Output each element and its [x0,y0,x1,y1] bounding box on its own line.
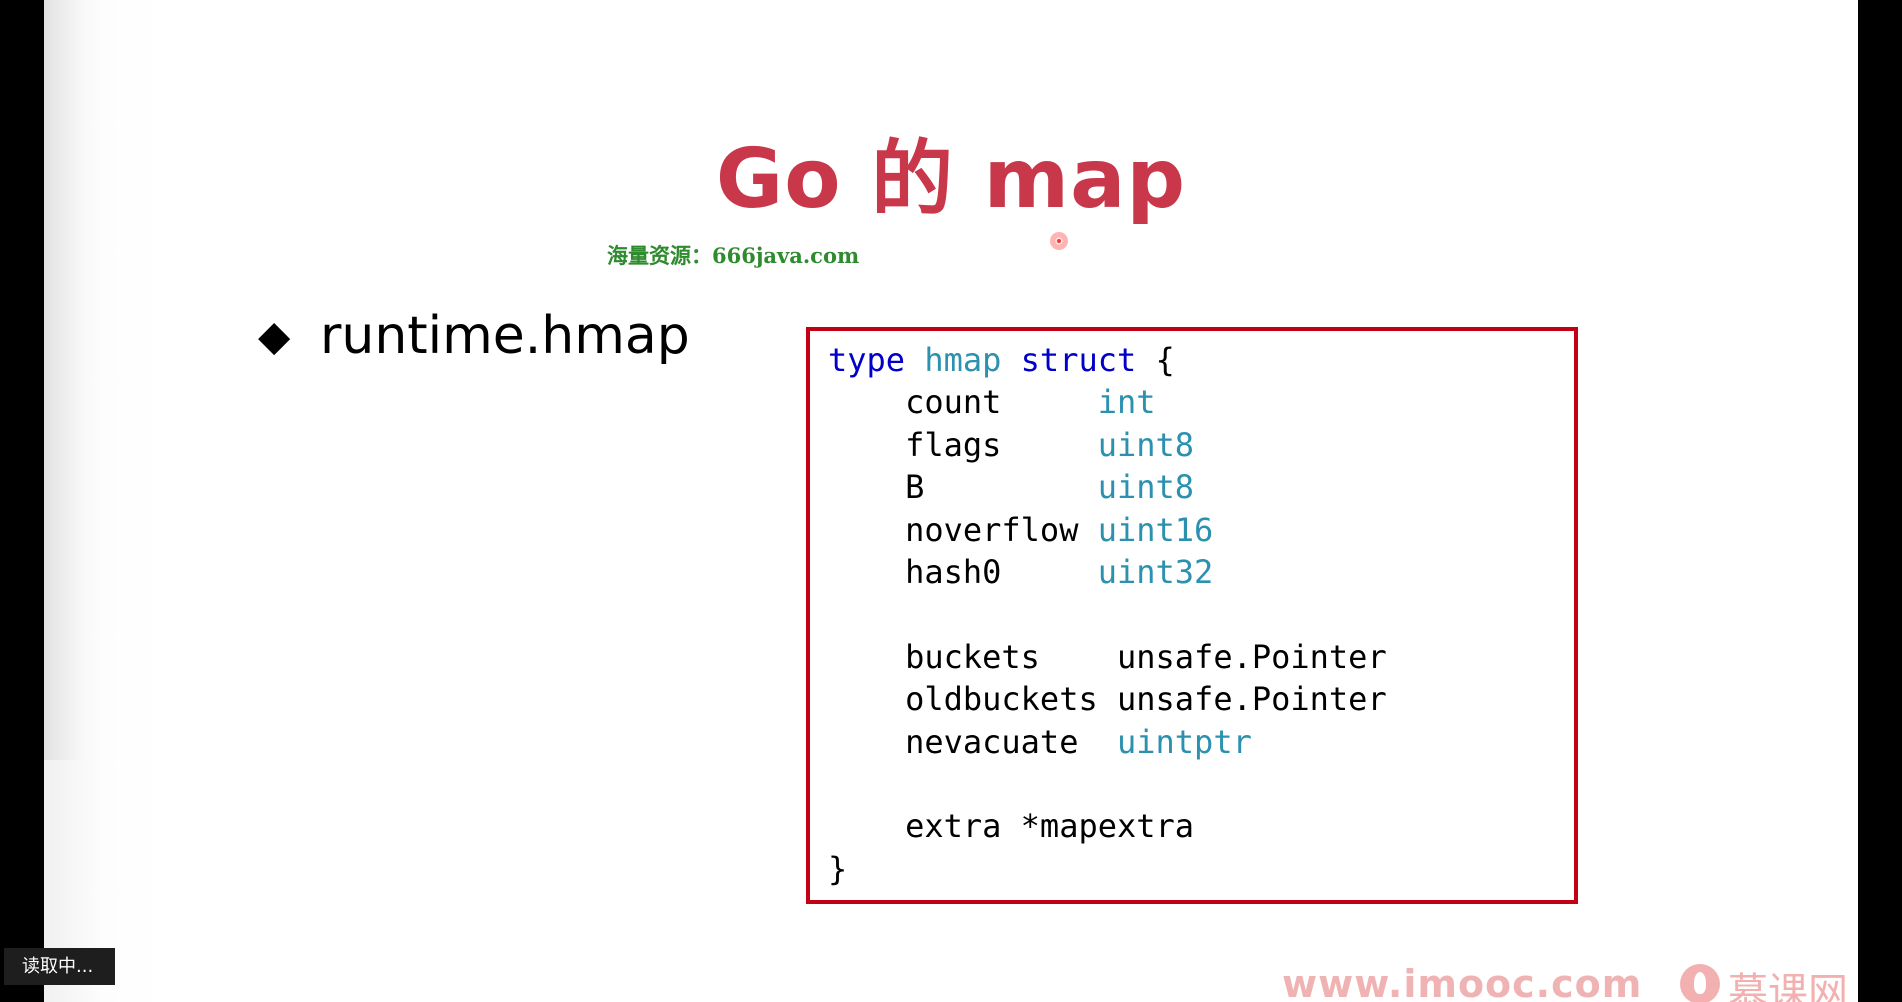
diamond-bullet-icon: ◆ [258,312,291,359]
slide-title: Go 的 map [715,132,1187,227]
code-type: uint8 [1097,425,1195,464]
watermark-text: 海量资源：666java.com [607,243,860,268]
imooc-logo-icon [1680,964,1720,1002]
code-keyword: struct [1020,341,1137,379]
code-text: buckets unsafe.Pointer [828,637,1387,676]
code-type: uint16 [1097,510,1214,549]
code-text: } [828,849,848,888]
code-line: flags uint8 [828,424,1387,466]
code-line: noverflow uint16 [828,509,1387,551]
code-line: hash0 uint32 [828,551,1387,593]
code-text: flags [828,425,1098,464]
brand-url: www.imooc.com [1282,962,1643,1002]
brand-name: 慕课网 [1728,970,1848,1002]
code-block: type hmap struct { count int flags uint8… [806,327,1578,904]
code-content: type hmap struct { count int flags uint8… [828,339,1387,890]
code-type: uint8 [1097,468,1195,507]
laser-pointer-icon [1050,232,1068,250]
code-line: nevacuate uintptr [828,721,1387,763]
code-line: } [828,848,1387,890]
code-line: type hmap struct { [828,339,1387,381]
code-type: uintptr [1116,722,1252,761]
code-text: noverflow [828,510,1098,549]
code-text: count [828,383,1098,422]
code-type: uint32 [1097,552,1214,591]
code-line: B uint8 [828,466,1387,508]
code-text: { [1136,341,1175,379]
code-text: oldbuckets unsafe.Pointer [828,680,1387,719]
code-text: nevacuate [828,722,1117,761]
code-type: int [1097,383,1156,422]
bullet-text: runtime.hmap [320,306,690,366]
code-text: extra *mapextra [828,807,1195,846]
code-text: B [828,468,1098,507]
code-line: buckets unsafe.Pointer [828,636,1387,678]
code-text: hash0 [828,552,1098,591]
code-line: extra *mapextra [828,805,1387,847]
code-line: oldbuckets unsafe.Pointer [828,678,1387,720]
code-type: hmap [924,341,1002,379]
code-line: count int [828,381,1387,423]
code-keyword: type [828,341,906,379]
loading-indicator: 读取中... [4,948,115,985]
